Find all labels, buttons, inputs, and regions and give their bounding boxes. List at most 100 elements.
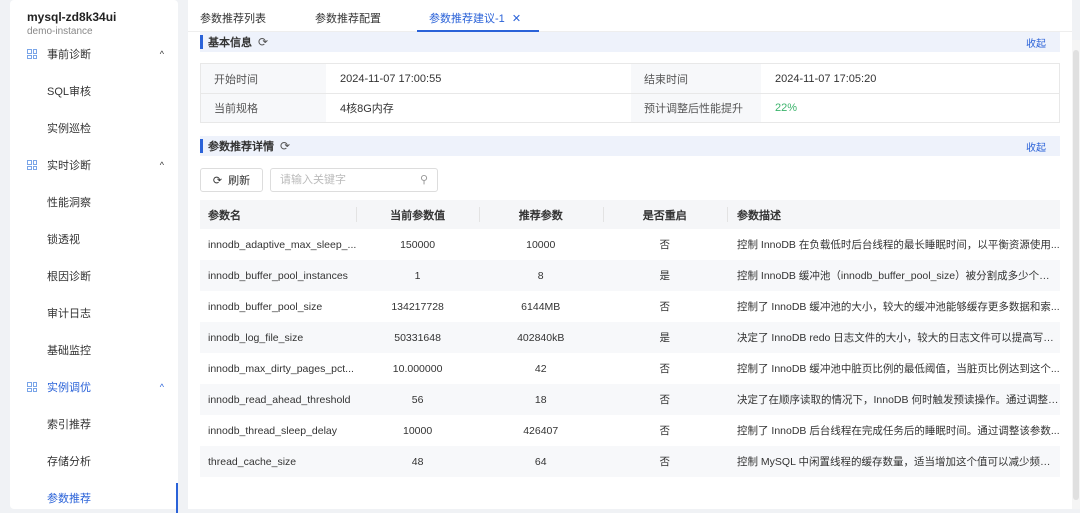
table-cell: 是 xyxy=(602,322,727,353)
sidebar-item[interactable]: 根因诊断 xyxy=(10,261,178,291)
table-cell: innodb_thread_sleep_delay xyxy=(208,424,338,437)
collapse-link[interactable]: 收起 xyxy=(1026,35,1046,50)
table-cell: innodb_buffer_pool_size xyxy=(208,300,323,313)
sidebar-item-label: 基础监控 xyxy=(47,345,91,357)
sidebar-item[interactable]: 审计日志 xyxy=(10,298,178,328)
table-cell: 426407 xyxy=(523,424,559,437)
table-cell: 18 xyxy=(478,384,603,415)
table-cell: 控制 InnoDB 缓冲池（innodb_buffer_pool_size）被分… xyxy=(727,260,1060,291)
refresh-icon[interactable]: ⟳ xyxy=(280,139,290,153)
collapse-link[interactable]: 收起 xyxy=(1026,139,1046,154)
grid-icon xyxy=(27,49,37,59)
table-cell: 否 xyxy=(659,363,671,375)
sidebar-item-label: 参数推荐 xyxy=(47,493,91,505)
search-input[interactable] xyxy=(270,168,438,192)
sidebar-item[interactable]: 实时诊断 ^ xyxy=(10,150,178,180)
sidebar-item-label: 锁透视 xyxy=(47,234,80,246)
tab-param-suggestion[interactable]: 参数推荐建议-1 ✕ xyxy=(417,0,539,32)
sidebar-item-label: 性能洞察 xyxy=(47,197,91,209)
gain-label: 预计调整后性能提升 xyxy=(631,94,761,122)
table-cell: 10.000000 xyxy=(392,362,443,375)
sidebar-item[interactable]: 性能洞察 xyxy=(10,187,178,217)
instance-name: mysql-zd8k34ui xyxy=(27,10,117,24)
column-header: 推荐参数 xyxy=(478,200,603,229)
table-cell: 否 xyxy=(602,384,727,415)
sidebar-item[interactable]: 锁透视 xyxy=(10,224,178,254)
main-panel: 参数推荐列表 参数推荐配置 参数推荐建议-1 ✕ 基本信息 ⟳ 收起 开始时间 … xyxy=(188,0,1072,509)
start-time-value: 2024-11-07 17:00:55 xyxy=(340,72,442,85)
sidebar-item[interactable]: 实例调优 ^ xyxy=(10,372,178,402)
start-time-label: 开始时间 xyxy=(201,64,326,93)
refresh-button[interactable]: ⟳ 刷新 xyxy=(200,168,263,192)
table-cell: innodb_log_file_size xyxy=(200,322,357,353)
param-table: 参数名 当前参数值 推荐参数 是否重启 参数描述 innodb_adaptive_max… xyxy=(200,200,1060,477)
tab-label: 参数推荐建议-1 xyxy=(429,13,505,25)
sidebar-item-label: 索引推荐 xyxy=(47,419,91,431)
sidebar-item-label: 根因诊断 xyxy=(47,271,91,283)
table-cell: 否 xyxy=(659,239,671,251)
table-cell: 56 xyxy=(356,384,479,415)
table-cell: 42 xyxy=(534,362,547,375)
table-cell: innodb_read_ahead_threshold xyxy=(200,384,357,415)
table-cell: 134217728 xyxy=(391,300,444,313)
table-row: innodb_log_file_size 50331648 402840kB 是决定了… xyxy=(200,322,1060,353)
table-cell: 1 xyxy=(356,260,479,291)
table-cell: 50331648 xyxy=(356,322,479,353)
table-cell: 控制了 InnoDB 缓冲池中脏页比例的最低阈值，当脏页比例达到这个... xyxy=(737,363,1060,375)
detail-header: 参数推荐详情 ⟳ 收起 xyxy=(200,136,1060,156)
table-cell: 150000 xyxy=(400,238,436,251)
end-time-value: 2024-11-07 17:05:20 xyxy=(775,72,877,85)
chevron-up-icon[interactable]: ^ xyxy=(160,49,164,59)
table-cell: 64 xyxy=(478,446,603,477)
sidebar-item-label: 审计日志 xyxy=(47,308,91,320)
table-row: thread_cache_size 48 64 否控制 MySQL 中闲置线程的缓存数… xyxy=(200,446,1060,477)
basic-info-table: 开始时间 2024-11-07 17:00:55 结束时间 2024-11-07… xyxy=(200,63,1060,123)
search-icon[interactable]: ⚲ xyxy=(420,173,428,186)
chevron-up-icon[interactable]: ^ xyxy=(160,160,164,170)
table-cell: 否 xyxy=(602,446,727,477)
table-cell: innodb_buffer_pool_instances xyxy=(200,260,357,291)
table-row: innodb_adaptive_max_sleep_... 150000 10000… xyxy=(200,229,1060,260)
sidebar-item[interactable]: 基础监控 xyxy=(10,335,178,365)
tab-bar: 参数推荐列表 参数推荐配置 参数推荐建议-1 ✕ xyxy=(188,0,1072,32)
table-row: innodb_buffer_pool_instances 1 8 是控制 InnoDB… xyxy=(200,260,1060,291)
tab-param-list[interactable]: 参数推荐列表 xyxy=(200,0,266,32)
table-row: innodb_thread_sleep_delay 10000 426407 否 控制了… xyxy=(200,415,1060,446)
column-header: 参数名 xyxy=(200,200,357,229)
table-cell: 402840kB xyxy=(478,322,603,353)
sidebar-item-label: 实时诊断 xyxy=(47,160,91,172)
sidebar-item[interactable]: SQL审核 xyxy=(10,76,178,106)
sidebar-item-label: 存储分析 xyxy=(47,456,91,468)
refresh-icon[interactable]: ⟳ xyxy=(258,35,268,49)
table-cell: thread_cache_size xyxy=(200,446,357,477)
instance-subtitle: demo-instance xyxy=(27,26,93,37)
table-cell: 控制 InnoDB 在负载低时后台线程的最长睡眠时间，以平衡资源使用... xyxy=(737,239,1060,251)
sidebar: mysql-zd8k34ui demo-instance 事前诊断 ^ SQL审核实… xyxy=(10,0,178,513)
table-cell: 否 xyxy=(659,425,671,437)
table-row: innodb_max_dirty_pages_pct... 10.000000 42… xyxy=(200,353,1060,384)
chevron-up-icon[interactable]: ^ xyxy=(160,382,164,392)
tab-param-config[interactable]: 参数推荐配置 xyxy=(315,0,381,32)
table-cell: 控制 MySQL 中闲置线程的缓存数量，适当增加这个值可以减少频繁创... xyxy=(727,446,1060,477)
table-cell: 10000 xyxy=(526,238,556,251)
sidebar-item[interactable]: 事前诊断 ^ xyxy=(10,39,178,69)
table-cell: 控制了 InnoDB 后台线程在完成任务后的睡眠时间。通过调整该参数... xyxy=(737,425,1060,437)
spec-value: 4核8G内存 xyxy=(340,103,394,115)
sidebar-item-label: 实例调优 xyxy=(47,382,91,394)
scrollbar[interactable] xyxy=(1072,40,1080,509)
table-cell: innodb_adaptive_max_sleep_... xyxy=(208,238,357,251)
section-title: 基本信息 xyxy=(208,37,252,49)
table-row: innodb_buffer_pool_size 134217728 6144MB 否 控… xyxy=(200,291,1060,322)
table-cell: 控制了 InnoDB 缓冲池的大小，较大的缓冲池能够缓存更多数据和索... xyxy=(737,301,1060,313)
table-cell: 决定了 InnoDB redo 日志文件的大小，较大的日志文件可以提高写入... xyxy=(727,322,1060,353)
table-row: innodb_read_ahead_threshold 56 18 否决定了在顺序读取… xyxy=(200,384,1060,415)
sidebar-item-label: SQL审核 xyxy=(47,86,92,98)
column-header: 当前参数值 xyxy=(356,200,479,229)
sidebar-item-label: 实例巡检 xyxy=(47,123,91,135)
table-cell: 决定了在顺序读取的情况下，InnoDB 何时触发预读操作。通过调整这... xyxy=(727,384,1060,415)
sidebar-item[interactable]: 实例巡检 xyxy=(10,113,178,143)
table-cell: 6144MB xyxy=(521,300,561,313)
close-icon[interactable]: ✕ xyxy=(512,13,521,25)
sidebar-item[interactable]: 存储分析 xyxy=(10,446,178,476)
sidebar-item[interactable]: 索引推荐 xyxy=(10,409,178,439)
